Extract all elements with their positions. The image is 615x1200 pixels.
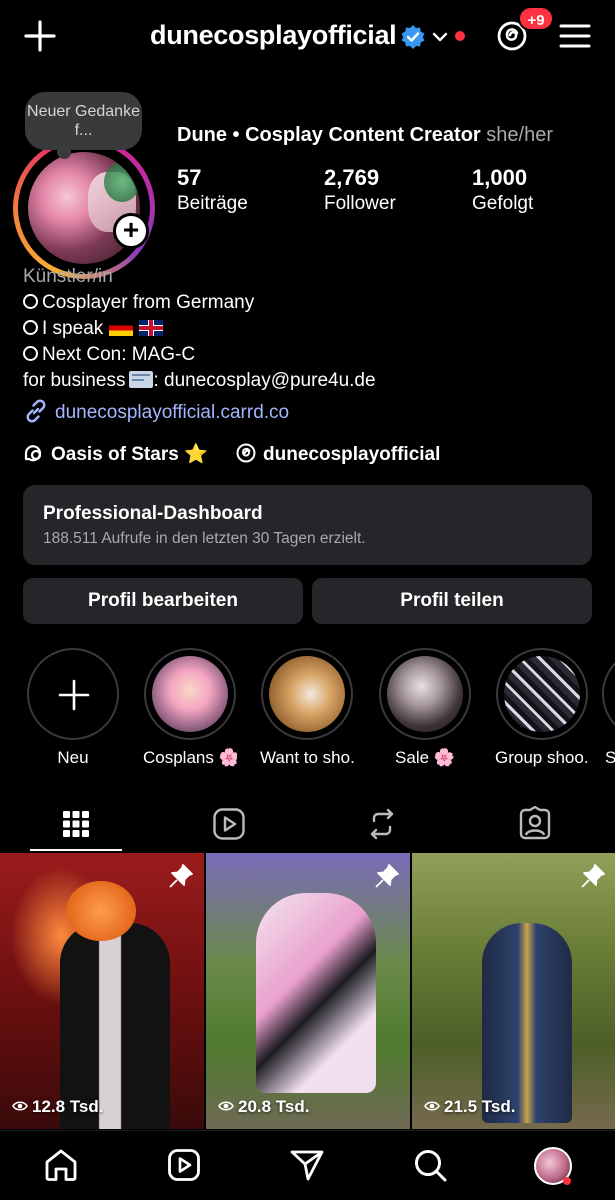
send-icon[interactable] bbox=[289, 1147, 325, 1183]
profile-username[interactable]: dunecosplayofficial bbox=[150, 20, 397, 51]
tab-reposts[interactable] bbox=[306, 800, 459, 852]
post-thumbnail[interactable]: 21.5 Tsd. bbox=[412, 853, 615, 1129]
circle-icon bbox=[23, 346, 38, 361]
tab-posts-grid[interactable] bbox=[0, 800, 153, 852]
pin-icon bbox=[581, 864, 605, 888]
highlight-cover bbox=[152, 656, 228, 732]
reels-icon bbox=[213, 808, 245, 840]
profile-link[interactable]: dunecosplayofficial.carrd.co bbox=[23, 398, 289, 424]
highlight-label: Cosplans 🌸 bbox=[143, 748, 237, 767]
highlight-cosplans[interactable]: Cosplans 🌸 bbox=[143, 648, 237, 768]
circle-icon bbox=[23, 294, 38, 309]
professional-dashboard-card[interactable]: Professional-Dashboard 188.511 Aufrufe i… bbox=[23, 485, 592, 565]
eye-icon bbox=[218, 1101, 234, 1111]
highlight-label: Neu bbox=[57, 748, 89, 767]
tab-reels[interactable] bbox=[153, 800, 306, 852]
highlight-label: Sale 🌸 bbox=[395, 748, 455, 767]
pin-icon bbox=[375, 864, 399, 888]
plus-icon: + bbox=[122, 214, 140, 245]
dashboard-title: Professional-Dashboard bbox=[43, 503, 263, 524]
threads-icon bbox=[236, 443, 256, 463]
highlight-partial[interactable]: S bbox=[602, 648, 615, 768]
profile-full-name: Dune • Cosplay Content Creator she/her bbox=[177, 124, 553, 146]
active-tab-indicator bbox=[30, 849, 122, 851]
plus-icon bbox=[58, 679, 90, 711]
broadcast-channel-icon bbox=[24, 445, 42, 462]
star-icon: ⭐ bbox=[184, 444, 208, 465]
threads-profile-link[interactable]: dunecosplayofficial bbox=[235, 442, 440, 466]
highlight-label: Want to sho... bbox=[260, 748, 354, 767]
profile-category: Künstler/in bbox=[23, 266, 113, 287]
add-story-button[interactable]: + bbox=[113, 213, 149, 249]
tab-tagged[interactable] bbox=[459, 800, 612, 852]
view-count: 12.8 Tsd. bbox=[12, 1097, 104, 1117]
share-profile-button[interactable]: Profil teilen bbox=[312, 578, 592, 624]
channel-link[interactable]: Oasis of Stars ⭐ bbox=[23, 442, 208, 466]
eye-icon bbox=[424, 1101, 440, 1111]
germany-flag-icon bbox=[109, 320, 134, 336]
highlight-label: Group shoo... bbox=[495, 748, 589, 767]
bio-line: for business: dunecosplay@pure4u.de bbox=[23, 370, 376, 391]
highlight-cover bbox=[269, 656, 345, 732]
account-notification-dot bbox=[455, 31, 465, 41]
notification-count-badge: +9 bbox=[518, 6, 554, 31]
circle-icon bbox=[23, 320, 38, 335]
bottom-navigation bbox=[0, 1130, 615, 1200]
notification-dot bbox=[563, 1177, 571, 1185]
create-plus-icon[interactable] bbox=[22, 18, 58, 54]
linked-accounts-row: Oasis of Stars ⭐ dunecosplayofficial bbox=[23, 442, 462, 466]
verified-badge-icon bbox=[401, 25, 425, 49]
reposts-icon bbox=[370, 808, 394, 840]
stat-posts[interactable]: 57 Beiträge bbox=[177, 165, 248, 215]
link-icon bbox=[26, 399, 46, 423]
bio-line: I speak bbox=[23, 316, 603, 342]
highlight-want-to-shoot[interactable]: Want to sho... bbox=[260, 648, 354, 768]
edit-profile-button[interactable]: Profil bearbeiten bbox=[23, 578, 303, 624]
profile-tabs bbox=[0, 800, 615, 852]
grid-icon bbox=[63, 811, 89, 837]
highlight-sale[interactable]: Sale 🌸 bbox=[378, 648, 472, 768]
profile-bio: Künstler/in Cosplayer from Germany I spe… bbox=[23, 264, 603, 394]
stat-followers[interactable]: 2,769 Follower bbox=[324, 165, 396, 215]
chevron-down-icon[interactable] bbox=[430, 28, 450, 46]
bio-line: Next Con: MAG-C bbox=[23, 342, 603, 368]
top-bar: dunecosplayofficial +9 bbox=[0, 0, 615, 80]
reels-icon[interactable] bbox=[166, 1147, 202, 1183]
note-bubble[interactable]: Neuer Gedanke f... bbox=[25, 92, 142, 159]
uk-flag-icon bbox=[139, 320, 164, 336]
menu-icon[interactable] bbox=[558, 20, 592, 52]
highlight-group-shoot[interactable]: Group shoo... bbox=[495, 648, 589, 768]
bio-line: Cosplayer from Germany bbox=[23, 290, 603, 316]
tagged-icon bbox=[519, 806, 551, 840]
post-thumbnail[interactable]: 20.8 Tsd. bbox=[206, 853, 410, 1129]
post-thumbnail[interactable]: 12.8 Tsd. bbox=[0, 853, 204, 1129]
highlight-label: S bbox=[605, 748, 615, 767]
stat-following[interactable]: 1,000 Gefolgt bbox=[472, 165, 533, 215]
eye-icon bbox=[12, 1101, 28, 1111]
search-icon[interactable] bbox=[412, 1147, 448, 1183]
mail-icon bbox=[129, 371, 154, 388]
pin-icon bbox=[169, 864, 193, 888]
view-count: 20.8 Tsd. bbox=[218, 1097, 310, 1117]
home-icon[interactable] bbox=[43, 1147, 79, 1183]
dashboard-subtitle: 188.511 Aufrufe in den letzten 30 Tagen … bbox=[43, 530, 366, 547]
highlight-cover bbox=[504, 656, 580, 732]
pronouns: she/her bbox=[486, 124, 553, 146]
profile-avatar-story-ring[interactable] bbox=[13, 137, 155, 279]
view-count: 21.5 Tsd. bbox=[424, 1097, 516, 1117]
highlight-new[interactable]: Neu bbox=[26, 648, 120, 768]
highlight-cover bbox=[387, 656, 463, 732]
